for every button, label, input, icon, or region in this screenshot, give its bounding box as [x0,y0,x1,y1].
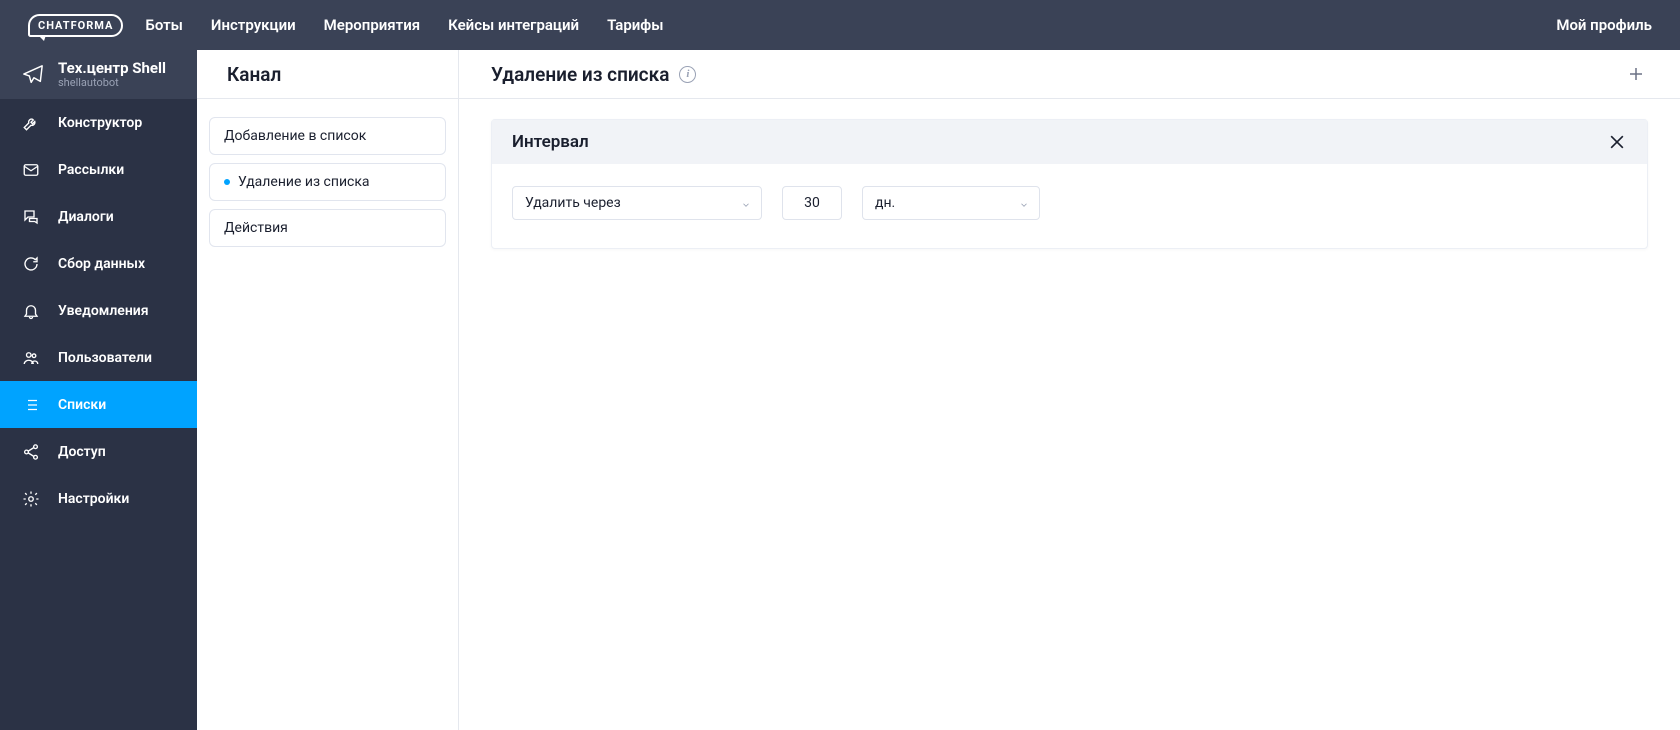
users-icon [22,349,40,367]
page-title: Удаление из списка i [491,63,696,86]
wrench-icon [22,114,40,132]
sidebar-item-label: Диалоги [58,209,114,225]
brand-logo[interactable]: CHATFORMA [28,14,123,37]
kanal-item-add[interactable]: Добавление в список [209,117,446,155]
kanal-title: Канал [227,63,281,86]
bot-subtitle: shellautobot [58,77,166,89]
sidebar-item-label: Доступ [58,444,106,460]
sidebar-item-data[interactable]: Сбор данных [0,240,197,287]
interval-card: Интервал Удалить через дн. [491,119,1648,249]
interval-card-title: Интервал [512,132,589,152]
chevron-down-icon [1019,198,1029,208]
sidebar: Тех.центр Shell shellautobot Конструктор… [0,50,197,730]
main-header: Удаление из списка i [459,50,1680,99]
kanal-item-label: Удаление из списка [238,174,370,190]
sidebar-item-label: Настройки [58,491,129,507]
bot-title: Тех.центр Shell [58,60,166,77]
sidebar-item-settings[interactable]: Настройки [0,475,197,522]
kanal-item-actions[interactable]: Действия [209,209,446,247]
topnav-tariffs[interactable]: Тарифы [607,16,663,34]
kanal-item-label: Добавление в список [224,128,366,144]
sidebar-item-users[interactable]: Пользователи [0,334,197,381]
bell-icon [22,302,40,320]
sidebar-item-label: Конструктор [58,115,142,131]
active-dot-icon [224,179,230,185]
amount-input[interactable] [782,186,842,220]
chat-icon [22,208,40,226]
share-icon [22,443,40,461]
mode-select-value: Удалить через [525,195,621,211]
topnav-cases[interactable]: Кейсы интеграций [448,16,579,34]
top-nav: CHATFORMA Боты Инструкции Мероприятия Ке… [0,0,1680,50]
telegram-icon [22,64,44,86]
page-title-text: Удаление из списка [491,63,669,86]
list-icon [22,396,40,414]
topnav-instructions[interactable]: Инструкции [211,16,296,34]
kanal-column: Канал Добавление в список Удаление из сп… [197,50,459,730]
sidebar-item-broadcasts[interactable]: Рассылки [0,146,197,193]
sidebar-item-notifications[interactable]: Уведомления [0,287,197,334]
kanal-item-remove[interactable]: Удаление из списка [209,163,446,201]
unit-select-value: дн. [875,195,895,211]
interval-card-header: Интервал [492,120,1647,164]
top-nav-menu: Боты Инструкции Мероприятия Кейсы интегр… [145,16,663,34]
unit-select[interactable]: дн. [862,186,1040,220]
sidebar-item-label: Рассылки [58,162,124,178]
main-panel: Удаление из списка i Интервал У [459,50,1680,730]
refresh-icon [22,255,40,273]
mode-select[interactable]: Удалить через [512,186,762,220]
gear-icon [22,490,40,508]
sidebar-item-constructor[interactable]: Конструктор [0,99,197,146]
chevron-down-icon [741,198,751,208]
bot-selector[interactable]: Тех.центр Shell shellautobot [0,50,197,99]
sidebar-item-access[interactable]: Доступ [0,428,197,475]
sidebar-item-label: Уведомления [58,303,149,319]
sidebar-item-label: Списки [58,397,106,413]
sidebar-item-label: Пользователи [58,350,152,366]
envelope-icon [22,161,40,179]
close-button[interactable] [1607,132,1627,152]
topnav-bots[interactable]: Боты [145,16,183,34]
sidebar-item-dialogs[interactable]: Диалоги [0,193,197,240]
kanal-header: Канал [197,50,458,99]
topnav-profile[interactable]: Мой профиль [1556,16,1652,34]
info-icon[interactable]: i [679,66,696,83]
add-button[interactable] [1624,62,1648,86]
topnav-events[interactable]: Мероприятия [324,16,420,34]
kanal-item-label: Действия [224,220,288,236]
sidebar-item-lists[interactable]: Списки [0,381,197,428]
sidebar-item-label: Сбор данных [58,256,145,272]
